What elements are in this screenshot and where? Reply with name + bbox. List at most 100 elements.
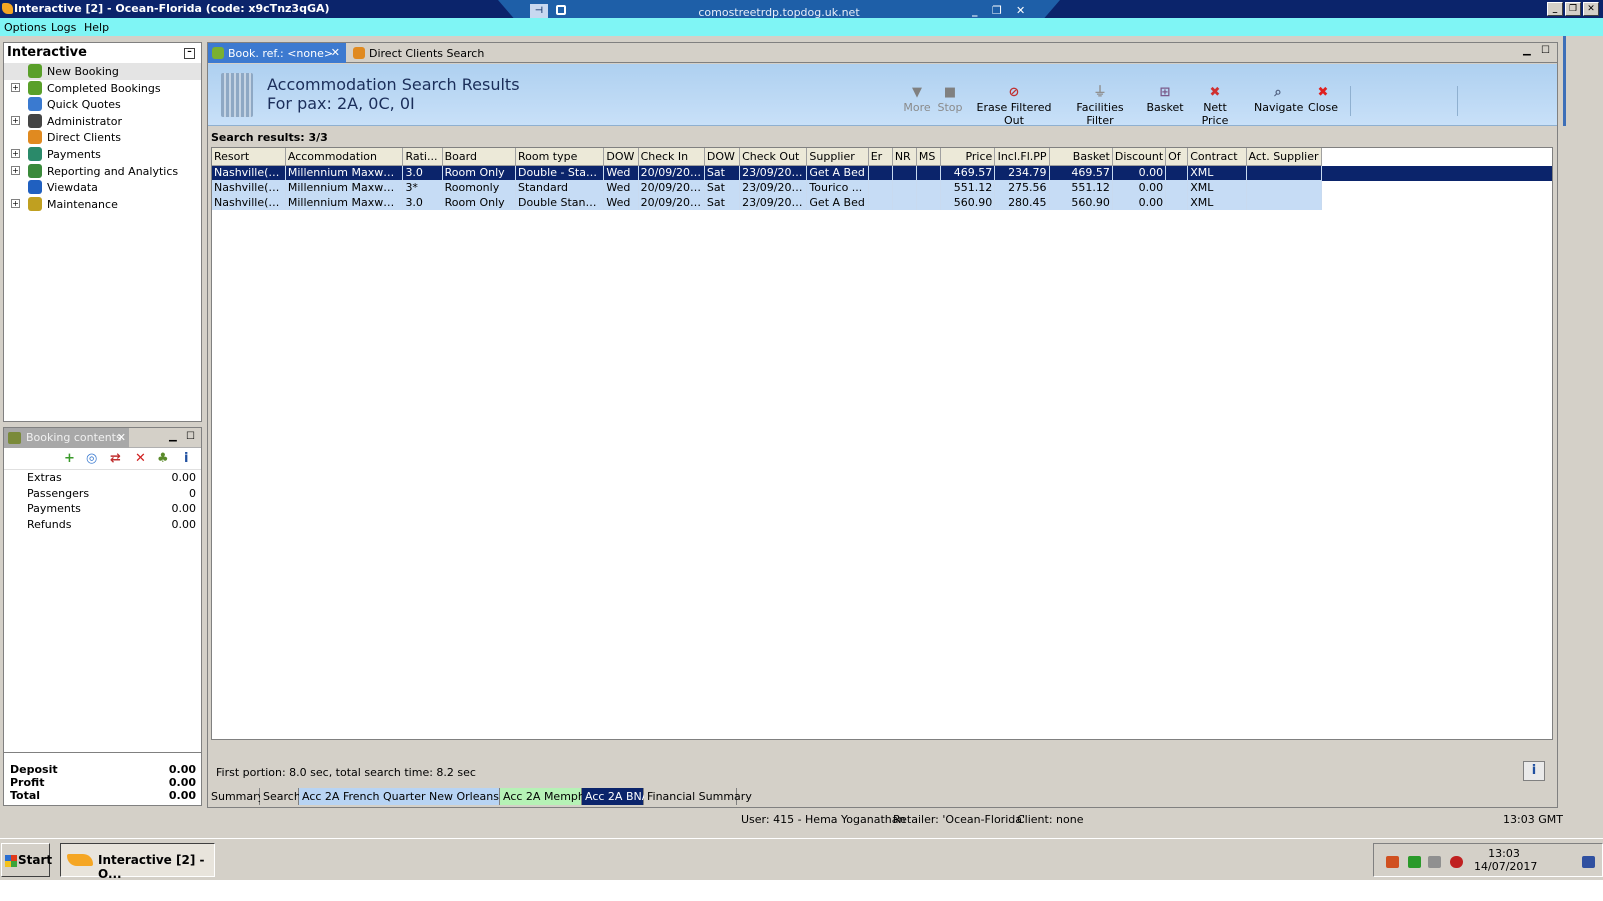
menu-logs[interactable]: Logs [51,21,76,34]
nav-item[interactable]: + Administrator [4,113,201,130]
column-header[interactable]: Er [868,148,893,166]
basket-icon: ⊞ [1159,85,1171,100]
nav-item[interactable]: + Completed Bookings [4,80,201,97]
close-window-button[interactable]: ✕ [1583,2,1599,16]
minimize-button[interactable]: _ [1547,2,1563,16]
bottom-tab[interactable]: Summary [208,788,264,805]
expand-icon[interactable]: + [11,82,20,92]
booking-contents-tab[interactable]: Booking contents ✕ [4,428,129,448]
quote-icon[interactable]: ◎ [86,451,97,466]
show-desktop-icon[interactable] [1582,856,1595,868]
nav-item[interactable]: Direct Clients [4,129,201,146]
bottom-tab[interactable]: Acc 2A BNA [582,788,649,805]
column-header[interactable]: MS [916,148,942,166]
table-row[interactable]: Nashville(TN)Millennium Maxwell H...3.0R… [212,165,1323,180]
panel-minimize-icon[interactable]: ▁ [169,431,177,442]
basket-button[interactable]: ⊞ Basket [1146,85,1184,114]
column-header[interactable]: Basket [1049,148,1113,166]
table-row[interactable]: Nashville(TN)Millennium Maxwell H...3.0R… [212,195,1323,210]
nett-price-button[interactable]: ✖ Nett Price [1189,86,1241,127]
palm-tree-icon[interactable]: ♣ [157,451,169,466]
restore-button[interactable]: ❐ [1565,2,1581,16]
nav-item[interactable]: Viewdata [4,179,201,196]
tab-minimize-icon[interactable]: ▁ [1523,45,1531,56]
column-header[interactable]: Discount [1112,148,1167,166]
booking-line-key: Payments [27,502,81,516]
bottom-tab[interactable]: Acc 2A Memphis [500,788,594,805]
column-header[interactable]: Accommodation [285,148,404,166]
tab-direct-clients-search[interactable]: Direct Clients Search [349,43,493,63]
column-header[interactable]: Incl.Fl.PP [994,148,1050,166]
tray-battery-icon[interactable] [1408,856,1421,868]
table-row[interactable]: Nashville(TN)Millennium Maxwell H...3*Ro… [212,180,1323,195]
rdp-restore-icon[interactable]: ❐ [992,4,1002,17]
close-icon[interactable]: ✕ [117,431,126,444]
info-icon[interactable]: i [184,451,188,466]
info-button[interactable]: i [1523,761,1545,781]
expand-icon[interactable]: + [11,115,20,125]
start-button[interactable]: Start [1,843,52,877]
menu-help[interactable]: Help [84,21,109,34]
erase-filtered-out-button[interactable]: ⊘ Erase Filtered Out [969,86,1059,127]
column-header[interactable]: Act. Supplier [1246,148,1323,166]
table-cell: Sat [704,180,741,195]
column-header[interactable]: DOW [704,148,741,166]
right-edge-scrollbar[interactable] [1563,36,1566,126]
booking-total-value: 0.00 [168,763,196,776]
nav-item[interactable]: + Reporting and Analytics [4,163,201,180]
add-icon[interactable]: + [64,451,75,466]
stop-button[interactable]: ■ Stop [936,86,964,114]
facilities-filter-button[interactable]: ⏚ Facilities Filter [1065,86,1135,127]
taskbar-app-button[interactable]: Interactive [2] - O... [60,843,215,881]
rdp-minimize-icon[interactable]: _ [972,4,978,17]
delete-icon[interactable]: ✕ [135,451,146,466]
bottom-tab[interactable]: Acc 2A French Quarter New Orleans (LA) [299,788,525,805]
tray-app-icon[interactable] [1386,856,1399,868]
menu-options[interactable]: Options [4,21,46,34]
panel-maximize-icon[interactable]: ☐ [186,431,195,442]
table-cell [1246,180,1323,195]
expand-icon[interactable]: + [11,148,20,158]
tray-clock[interactable]: 13:03 14/07/2017 [1474,847,1537,873]
nav-item[interactable]: Quick Quotes [4,96,201,113]
transfer-icon[interactable]: ⇄ [110,451,121,466]
rdp-close-icon[interactable]: ✕ [1016,4,1025,17]
table-cell [868,165,893,180]
column-header[interactable]: Check Out [739,148,808,166]
nav-item[interactable]: + Payments [4,146,201,163]
column-header[interactable]: Resort [212,148,286,166]
star-person-icon [353,47,365,59]
tray-network-icon[interactable] [1428,856,1441,868]
expand-icon[interactable]: + [11,198,20,208]
table-cell: XML [1187,165,1247,180]
column-header[interactable]: Check In [638,148,705,166]
column-header[interactable]: Supplier [806,148,869,166]
navigate-button[interactable]: ⌕ Navigate [1254,86,1303,114]
column-header[interactable]: Rati... [402,148,443,166]
close-icon[interactable]: ✕ [331,46,340,59]
column-header[interactable]: NR [892,148,917,166]
toolbar-separator [1457,86,1458,116]
app-icon [2,3,13,14]
more-button[interactable]: ▼ More [899,86,935,114]
star-person-icon [28,130,42,145]
close-button[interactable]: ✖ Close [1307,86,1339,114]
tab-label: Direct Clients Search [369,47,485,60]
column-header[interactable]: Price [940,148,996,166]
column-header[interactable]: Room type [515,148,605,166]
column-header[interactable]: Of [1165,148,1189,166]
app-icon [67,854,93,866]
expand-icon[interactable]: + [11,165,20,175]
nav-item[interactable]: New Booking [4,63,201,80]
bottom-tab[interactable]: Financial Summary [644,788,752,805]
bottom-tab[interactable]: Search [260,788,301,805]
tray-volume-muted-icon[interactable] [1450,856,1463,868]
column-header[interactable]: Board [442,148,516,166]
column-header[interactable]: Contract [1187,148,1247,166]
tab-maximize-icon[interactable]: ☐ [1541,45,1550,56]
tab-booking[interactable]: Book. ref.: <none> ✕ [208,43,346,63]
screen-bottom-strip [0,880,1603,901]
collapse-icon[interactable]: – [184,48,195,59]
column-header[interactable]: DOW [603,148,639,166]
nav-item[interactable]: + Maintenance [4,196,201,213]
